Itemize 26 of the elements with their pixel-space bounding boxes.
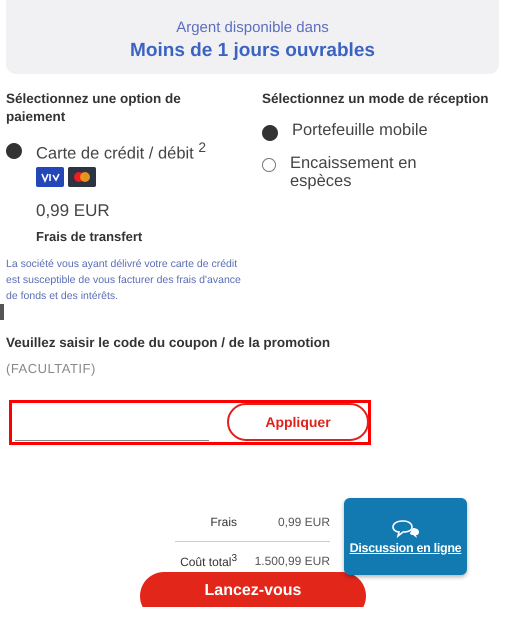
availability-value: Moins de 1 jours ouvrables (130, 40, 375, 62)
radio-button[interactable] (262, 125, 278, 141)
section-heading: Sélectionnez un mode de réception (262, 90, 490, 108)
option-label[interactable]: Carte de crédit / débit $^{2}$ (36, 139, 206, 162)
fee-label: Frais de transfert (36, 228, 144, 244)
card-icon (68, 166, 96, 186)
chat-icon (390, 518, 420, 538)
submit-button[interactable]: Lancez-vous (140, 572, 366, 607)
coupon-heading: Veuillez saisir le code du coupon / de la promotion (6, 334, 332, 352)
apply-button[interactable]: Appliquer (227, 403, 369, 441)
summary-value: 0,99 EUR (276, 514, 330, 528)
chat-button[interactable]: Discussion en ligne (344, 498, 467, 575)
radio-button[interactable] (6, 143, 22, 159)
availability-label: Argent disponible dans (176, 18, 329, 36)
card-icon (36, 166, 64, 186)
fee-amount: 0,99 EUR (36, 200, 111, 220)
summary-label: Frais (209, 514, 237, 528)
optional-hint: (FACULTATIF) (6, 360, 97, 376)
option-label[interactable]: Encaissement en espèces (290, 154, 450, 190)
info-note: La société vous ayant délivré votre carte de crédit est susceptible de vous facturer des frais d'avance de fonds et des intérêts. (6, 256, 242, 304)
scroll-marker (0, 304, 4, 320)
summary-value: 1.500,99 EUR (254, 554, 330, 568)
option-label[interactable]: Portefeuille mobile (292, 121, 452, 139)
summary-label: Coût total$^{3}$ (179, 552, 237, 568)
radio-button[interactable] (262, 158, 276, 172)
section-heading: Sélectionnez une option de paiement (6, 90, 182, 126)
